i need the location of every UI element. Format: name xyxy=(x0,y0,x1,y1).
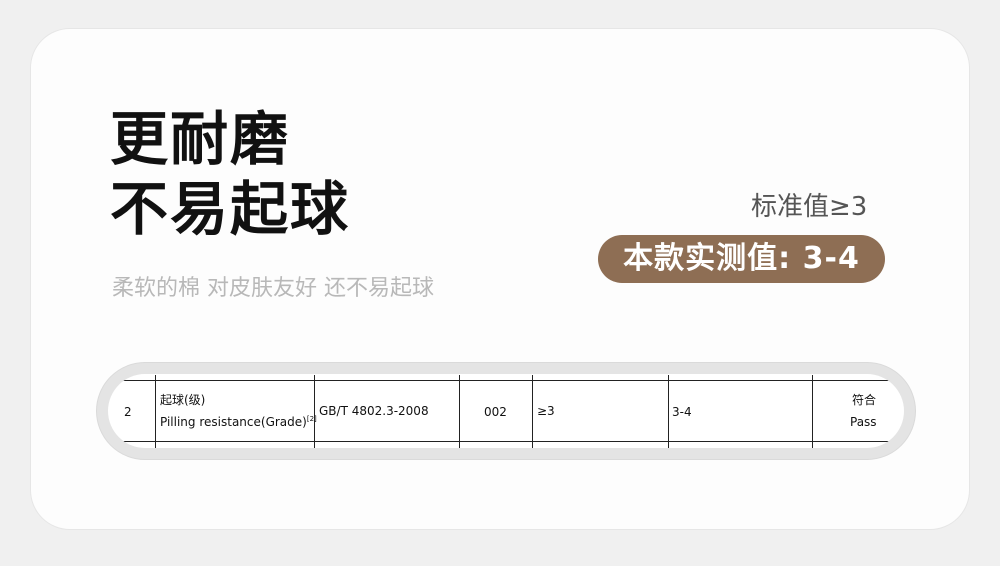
standard-value-label: 标准值≥3 xyxy=(751,192,868,222)
column-divider xyxy=(459,375,460,448)
requirement-value: ≥3 xyxy=(537,404,555,418)
item-footnote: [2] xyxy=(306,415,317,423)
column-divider xyxy=(155,375,156,448)
verdict-en: Pass xyxy=(850,415,877,429)
headline: 更耐磨 不易起球 xyxy=(110,104,350,244)
test-code: 002 xyxy=(484,405,507,419)
test-method: GB/T 4802.3-2008 xyxy=(319,404,429,418)
column-divider xyxy=(532,375,533,448)
row-number: 2 xyxy=(124,405,132,419)
measured-value-badge: 本款实测值: 3-4 xyxy=(598,235,885,283)
verdict-cn: 符合 xyxy=(852,393,877,407)
subtitle: 柔软的棉 对皮肤友好 还不易起球 xyxy=(112,276,434,301)
item-name-en: Pilling resistance(Grade)[2] xyxy=(160,415,317,429)
column-divider xyxy=(812,375,813,448)
headline-line-1: 更耐磨 xyxy=(110,105,291,173)
column-divider xyxy=(314,375,315,448)
result-value: 3-4 xyxy=(672,405,692,419)
item-name-cn: 起球(级) xyxy=(160,393,206,407)
table-row: 2 起球(级) Pilling resistance(Grade)[2] GB/… xyxy=(108,375,904,448)
test-report-table: 2 起球(级) Pilling resistance(Grade)[2] GB/… xyxy=(108,374,904,448)
column-divider xyxy=(668,375,669,448)
headline-line-2: 不易起球 xyxy=(110,175,351,243)
